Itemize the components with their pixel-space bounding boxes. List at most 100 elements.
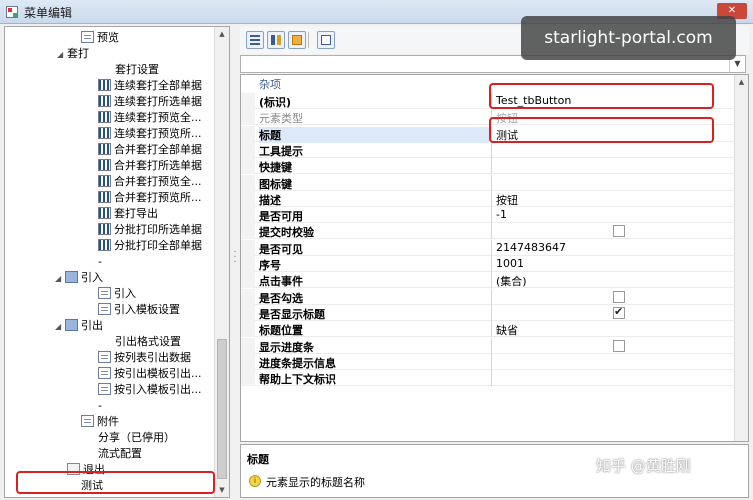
- scroll-down-icon[interactable]: ▼: [215, 483, 229, 497]
- sort-az-icon: [271, 35, 281, 45]
- tree-item[interactable]: 连续套打预览全...: [98, 110, 202, 126]
- tree-item[interactable]: 引出格式设置: [115, 334, 181, 350]
- property-row[interactable]: 点击事件 (集合): [241, 272, 735, 289]
- tree-item[interactable]: 预览: [81, 30, 119, 46]
- column-divider[interactable]: [491, 288, 492, 305]
- report-icon: [98, 223, 111, 235]
- report-icon: [98, 95, 111, 107]
- tree-item[interactable]: -: [98, 398, 102, 414]
- events-button[interactable]: [317, 31, 335, 49]
- tree-item[interactable]: 流式配置: [98, 446, 142, 462]
- property-row[interactable]: 标题位置 缺省: [241, 321, 735, 338]
- report-icon: [98, 127, 111, 139]
- menu-tree[interactable]: ▲ ▼ 预览 ◢ 套打套打设置 连续套打全部单据 连续套打所选单据 连续套打预览全... 连…: [4, 26, 230, 498]
- tree-item[interactable]: 合并套打预览全...: [98, 174, 202, 190]
- property-row[interactable]: 工具提示: [241, 141, 735, 158]
- grid-scrollbar[interactable]: ▲: [734, 75, 748, 441]
- column-divider[interactable]: [491, 207, 492, 224]
- scroll-thumb[interactable]: [217, 339, 227, 479]
- property-row[interactable]: 显示进度条: [241, 337, 735, 354]
- tree-item[interactable]: 分享（已停用）: [98, 430, 175, 446]
- property-value[interactable]: 2147483647: [496, 241, 726, 254]
- property-value[interactable]: -1: [496, 208, 726, 221]
- property-value[interactable]: 按钮: [496, 192, 726, 208]
- property-row[interactable]: 快捷键: [241, 158, 735, 175]
- property-checkbox[interactable]: [613, 290, 625, 303]
- property-value[interactable]: (集合): [496, 273, 726, 289]
- property-row[interactable]: 图标键: [241, 174, 735, 191]
- column-divider[interactable]: [491, 158, 492, 175]
- column-divider[interactable]: [491, 256, 492, 272]
- tree-item[interactable]: 套打设置: [115, 62, 159, 78]
- property-checkbox[interactable]: [613, 339, 625, 352]
- expand-toggle-icon[interactable]: ◢: [55, 271, 65, 287]
- tree-item[interactable]: ◢ 引入: [55, 270, 103, 286]
- column-divider[interactable]: [491, 370, 492, 387]
- property-name: 描述: [259, 193, 281, 207]
- property-checkbox[interactable]: [613, 225, 625, 238]
- tree-item[interactable]: 按列表引出数据: [98, 350, 191, 366]
- tree-item[interactable]: 引入模板设置: [98, 302, 180, 318]
- app-icon: [6, 6, 18, 18]
- column-divider[interactable]: [491, 304, 492, 321]
- property-value[interactable]: 缺省: [496, 322, 726, 338]
- categorized-view-button[interactable]: [246, 31, 264, 49]
- tree-item[interactable]: 合并套打预览所...: [98, 190, 202, 206]
- scroll-up-icon[interactable]: ▲: [735, 75, 748, 89]
- tree-item[interactable]: 分批打印全部单据: [98, 238, 202, 254]
- property-row[interactable]: 帮助上下文标识: [241, 370, 735, 387]
- tree-item[interactable]: ◢ 套打: [57, 46, 89, 62]
- property-row[interactable]: 描述 按钮: [241, 190, 735, 208]
- property-row[interactable]: 是否可用 -1: [241, 207, 735, 224]
- report-icon: [98, 79, 111, 91]
- column-divider[interactable]: [491, 174, 492, 191]
- column-divider[interactable]: [491, 141, 492, 158]
- scroll-up-icon[interactable]: ▲: [215, 27, 229, 41]
- property-row[interactable]: 是否勾选: [241, 288, 735, 305]
- tree-item[interactable]: 引入: [98, 286, 136, 302]
- tree-item[interactable]: 合并套打全部单据: [98, 142, 202, 158]
- tree-item[interactable]: 连续套打全部单据: [98, 78, 202, 94]
- report-icon: [98, 175, 111, 187]
- column-divider[interactable]: [491, 337, 492, 354]
- property-row[interactable]: 进度条提示信息: [241, 353, 735, 370]
- tree-item[interactable]: 连续套打所选单据: [98, 94, 202, 110]
- property-row[interactable]: 序号 1001: [241, 256, 735, 272]
- tree-item[interactable]: -: [98, 254, 102, 270]
- row-gutter: [241, 256, 255, 272]
- alphabetical-view-button[interactable]: [267, 31, 285, 49]
- property-row[interactable]: 提交时校验: [241, 223, 735, 240]
- property-row[interactable]: 是否可见 2147483647: [241, 239, 735, 256]
- tree-item[interactable]: 合并套打所选单据: [98, 158, 202, 174]
- column-divider[interactable]: [491, 223, 492, 240]
- column-divider[interactable]: [491, 321, 492, 338]
- tree-item[interactable]: ◢ 引出: [55, 318, 103, 334]
- tree-item[interactable]: 分批打印所选单据: [98, 222, 202, 238]
- row-gutter: [241, 109, 255, 126]
- column-divider[interactable]: [491, 353, 492, 370]
- panel-splitter[interactable]: · · ·: [232, 248, 238, 268]
- document-icon: [98, 303, 111, 315]
- property-name: 是否可用: [259, 210, 303, 224]
- tree-item[interactable]: 连续套打预览所...: [98, 126, 202, 142]
- tree-item[interactable]: 按引入模板引出...: [98, 382, 202, 398]
- column-divider[interactable]: [491, 272, 492, 289]
- property-name: 点击事件: [259, 275, 303, 289]
- tree-item[interactable]: 附件: [81, 414, 119, 430]
- tree-item[interactable]: 套打导出: [98, 206, 158, 222]
- row-gutter: [241, 93, 255, 109]
- property-pages-button[interactable]: [288, 31, 306, 49]
- property-name: (标识): [259, 96, 292, 109]
- property-checkbox[interactable]: [613, 305, 625, 319]
- tree-item[interactable]: 按引出模板引出...: [98, 366, 202, 382]
- tree-scrollbar[interactable]: ▲ ▼: [214, 27, 229, 497]
- expand-toggle-icon[interactable]: ◢: [57, 47, 67, 63]
- tree-item-label: 连续套打预览全...: [114, 111, 202, 124]
- highlight-tree-item: [16, 471, 215, 494]
- expand-toggle-icon[interactable]: ◢: [55, 319, 65, 335]
- property-row[interactable]: 是否显示标题: [241, 304, 735, 321]
- property-name: 图标键: [259, 177, 292, 191]
- property-value[interactable]: 1001: [496, 257, 726, 270]
- column-divider[interactable]: [491, 239, 492, 256]
- column-divider[interactable]: [491, 190, 492, 207]
